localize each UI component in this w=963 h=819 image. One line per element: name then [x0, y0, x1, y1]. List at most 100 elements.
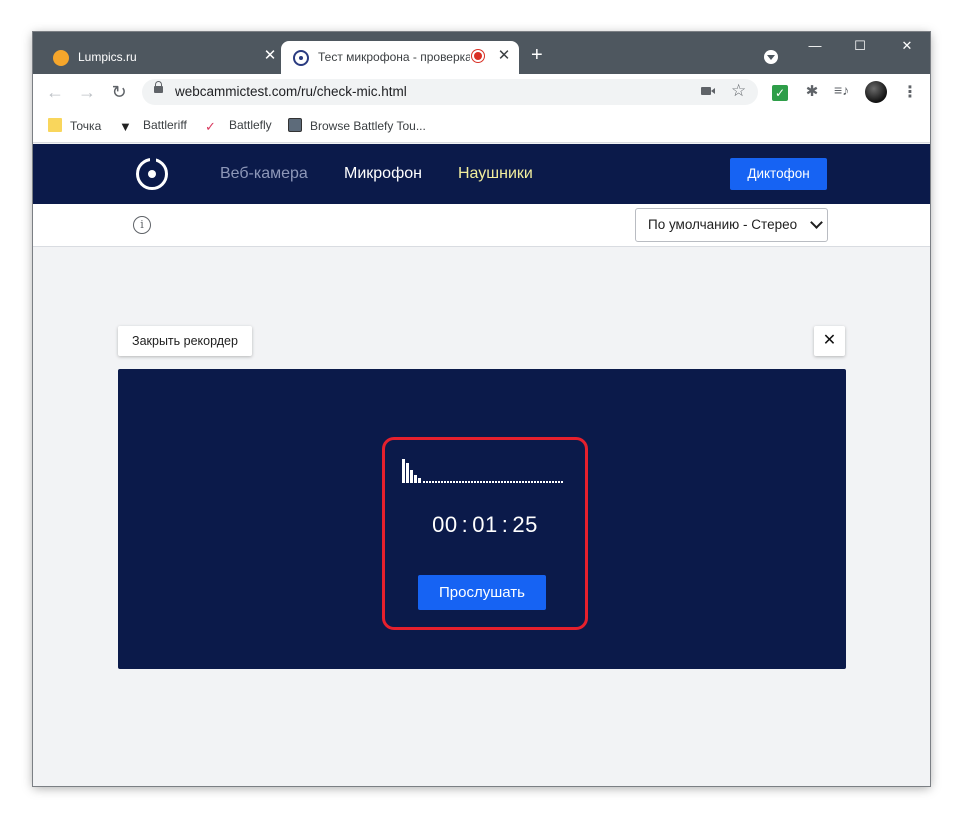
- level-dot: [534, 481, 536, 483]
- level-dot: [525, 481, 527, 483]
- level-dot: [492, 481, 494, 483]
- tab-search-icon[interactable]: [764, 50, 778, 64]
- level-dot: [510, 481, 512, 483]
- level-dot: [447, 481, 449, 483]
- level-dot: [516, 481, 518, 483]
- site-header: Веб-камера Микрофон Наушники Диктофон: [33, 144, 930, 204]
- browser-menu-icon[interactable]: ⋮: [902, 82, 918, 102]
- bookmark-tochka[interactable]: Точка: [48, 118, 101, 133]
- close-recorder-button[interactable]: Закрыть рекордер: [118, 326, 252, 356]
- chevron-down-icon: [810, 216, 823, 229]
- level-dot: [441, 481, 443, 483]
- level-dot: [444, 481, 446, 483]
- device-bar: i По умолчанию - Стерео: [33, 204, 930, 247]
- level-dot: [456, 481, 458, 483]
- listen-button[interactable]: Прослушать: [418, 575, 546, 610]
- folder-icon: [48, 118, 62, 132]
- bookmark-battlefly[interactable]: ✓ Battlefly: [205, 118, 272, 134]
- browser-toolbar: ← → ↻ webcammictest.com/ru/check-mic.htm…: [33, 74, 930, 110]
- level-dot: [426, 481, 428, 483]
- bookmarks-bar: Точка ▼ Battleriff ✓ Battlefly Browse Batt…: [33, 110, 930, 143]
- level-dot: [561, 481, 563, 483]
- media-queue-icon[interactable]: ≡♪: [834, 82, 852, 100]
- level-dot: [558, 481, 560, 483]
- nav-headphones[interactable]: Наушники: [458, 165, 533, 183]
- tab-strip: Lumpics.ru ✕ Тест микрофона - проверка ✕…: [33, 32, 930, 74]
- level-dot: [480, 481, 482, 483]
- level-dot: [483, 481, 485, 483]
- level-dot: [543, 481, 545, 483]
- address-bar[interactable]: webcammictest.com/ru/check-mic.html ☆: [142, 79, 758, 105]
- profile-avatar[interactable]: [865, 81, 887, 103]
- level-dot: [519, 481, 521, 483]
- level-dot: [423, 481, 425, 483]
- level-bar: [418, 478, 421, 483]
- minimize-button[interactable]: —: [805, 38, 825, 53]
- close-window-button[interactable]: ✕: [897, 38, 917, 54]
- level-bar: [406, 463, 409, 483]
- dictaphone-button[interactable]: Диктофон: [730, 158, 827, 190]
- bookmark-battleriff[interactable]: ▼ Battleriff: [119, 118, 187, 134]
- level-dot: [552, 481, 554, 483]
- tab-lumpics[interactable]: Lumpics.ru ✕: [41, 41, 281, 74]
- bookmark-label: Точка: [70, 119, 102, 133]
- forward-button[interactable]: →: [77, 82, 97, 102]
- close-icon[interactable]: ✕: [814, 326, 845, 356]
- microphone-device-select[interactable]: По умолчанию - Стерео: [635, 208, 828, 242]
- extensions-puzzle-icon[interactable]: ✱: [803, 82, 821, 100]
- level-dot: [555, 481, 557, 483]
- timer-seconds: 25: [512, 512, 538, 537]
- device-select-value: По умолчанию - Стерео: [648, 217, 798, 232]
- battlefly-logo-icon: ✓: [205, 119, 216, 134]
- reload-button[interactable]: ↻: [109, 82, 129, 102]
- timer-hours: 00: [432, 512, 458, 537]
- bookmark-label: Browse Battlefy Tou...: [310, 119, 426, 133]
- level-dot: [468, 481, 470, 483]
- tab-close-icon[interactable]: ✕: [262, 48, 278, 64]
- recording-timer: 00:01:25: [432, 512, 538, 537]
- audio-level-meter: [402, 457, 563, 483]
- recording-indicator-icon: [474, 52, 482, 60]
- url-text[interactable]: webcammictest.com/ru/check-mic.html: [175, 84, 407, 99]
- maximize-button[interactable]: ☐: [850, 38, 870, 54]
- level-dot: [498, 481, 500, 483]
- level-dot: [522, 481, 524, 483]
- site-logo-icon[interactable]: [136, 156, 168, 190]
- level-dot: [489, 481, 491, 483]
- level-dot: [486, 481, 488, 483]
- extension-check-icon[interactable]: ✓: [772, 85, 788, 101]
- level-dot: [540, 481, 542, 483]
- level-dot: [495, 481, 497, 483]
- level-dot: [471, 481, 473, 483]
- tab-title: Тест микрофона - проверка: [318, 50, 470, 64]
- battlefy-logo-icon: [288, 118, 302, 132]
- new-tab-button[interactable]: +: [531, 45, 543, 65]
- bookmark-battlefy[interactable]: Browse Battlefy Tou...: [288, 118, 426, 133]
- level-dot: [507, 481, 509, 483]
- level-dot: [477, 481, 479, 483]
- level-dot: [504, 481, 506, 483]
- level-bar: [410, 470, 413, 483]
- level-dot: [435, 481, 437, 483]
- back-button[interactable]: ←: [45, 82, 65, 102]
- tab-mic-test[interactable]: Тест микрофона - проверка ✕: [281, 41, 519, 74]
- lock-icon[interactable]: [154, 81, 163, 93]
- level-dot: [549, 481, 551, 483]
- level-dot: [453, 481, 455, 483]
- level-dot: [429, 481, 431, 483]
- camera-indicator-icon[interactable]: [701, 87, 711, 95]
- info-icon[interactable]: i: [133, 216, 151, 234]
- level-dot: [459, 481, 461, 483]
- tab-close-icon[interactable]: ✕: [496, 48, 512, 64]
- level-dot: [531, 481, 533, 483]
- level-bar: [414, 475, 417, 483]
- nav-microphone[interactable]: Микрофон: [344, 165, 422, 183]
- level-dot: [501, 481, 503, 483]
- level-dot: [432, 481, 434, 483]
- bookmark-star-icon[interactable]: ☆: [731, 81, 746, 101]
- level-dot: [528, 481, 530, 483]
- lumpics-favicon-icon: [53, 50, 69, 66]
- nav-webcam[interactable]: Веб-камера: [220, 165, 308, 183]
- timer-minutes: 01: [472, 512, 498, 537]
- level-dot: [513, 481, 515, 483]
